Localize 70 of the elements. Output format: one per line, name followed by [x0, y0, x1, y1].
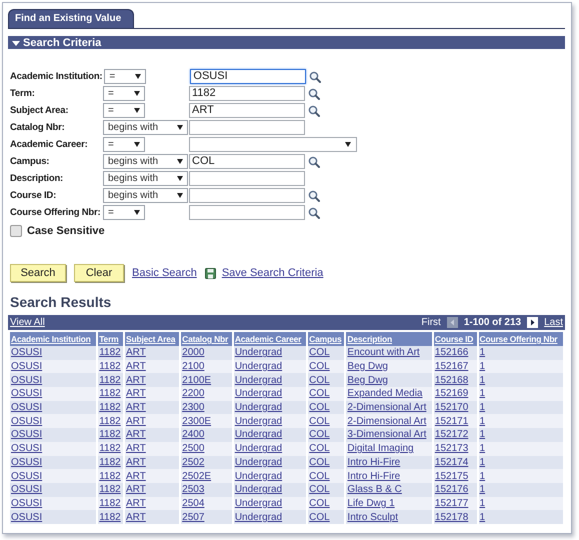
result-link[interactable]: 1 [480, 484, 486, 496]
field-label: Catalog Nbr: [10, 122, 66, 133]
result-link[interactable]: 1 [480, 498, 486, 509]
search-icon[interactable] [309, 70, 322, 82]
column-header[interactable]: Course ID [434, 332, 477, 346]
value-field[interactable] [189, 205, 305, 220]
column-header[interactable]: Subject Area [125, 332, 180, 346]
result-link[interactable]: 1 [480, 512, 486, 523]
section-header[interactable]: Search Criteria [8, 36, 565, 49]
first-label: First [421, 317, 441, 328]
field-label: Course Offering Nbr: [10, 207, 102, 218]
value-field[interactable]: COL [189, 154, 305, 169]
result-link[interactable]: 1 [480, 374, 486, 386]
field-label: Campus: [10, 156, 50, 167]
field-label: Description: [10, 173, 64, 184]
column-header[interactable]: Course Offering Nbr [478, 332, 563, 346]
save-search-link[interactable]: Save Search Criteria [222, 267, 324, 279]
result-link[interactable]: 1 [480, 443, 486, 454]
checkbox-label: Case Sensitive [27, 225, 105, 237]
search-icon[interactable] [308, 206, 320, 218]
column-header[interactable]: Term [98, 332, 124, 346]
field-label: Academic Career: [10, 139, 89, 150]
field-label: Academic Institution: [10, 71, 104, 82]
field-label: Term: [10, 88, 36, 99]
page-range: 1-100 of 213 [464, 317, 522, 328]
operator-dropdown[interactable]: = [103, 86, 145, 101]
result-link[interactable]: 1 [480, 402, 486, 414]
action-button[interactable]: Clear [74, 264, 124, 282]
column-header[interactable]: Academic Career [234, 332, 306, 346]
basic-search-link[interactable]: Basic Search [132, 267, 197, 279]
field-label: Subject Area: [10, 105, 70, 116]
column-header[interactable]: Catalog Nbr [181, 332, 232, 346]
operator-dropdown[interactable]: begins with [103, 188, 188, 203]
operator-dropdown[interactable]: = [104, 69, 146, 84]
last-link[interactable]: Last [544, 317, 563, 328]
column-header[interactable]: Campus [308, 332, 344, 346]
result-link[interactable]: 1 [480, 347, 486, 358]
result-link[interactable]: 1 [480, 456, 486, 468]
value-field[interactable] [189, 120, 305, 135]
page-tab[interactable]: Find an Existing Value [8, 9, 134, 28]
next-icon[interactable] [527, 317, 538, 328]
value-field[interactable]: ART [189, 103, 305, 118]
result-link[interactable]: 1 [480, 470, 486, 482]
operator-dropdown[interactable]: = [103, 103, 145, 118]
value-field[interactable] [189, 188, 305, 203]
column-header[interactable]: Academic Institution [10, 332, 96, 346]
search-icon[interactable] [308, 156, 320, 168]
checkbox[interactable] [10, 225, 22, 237]
value-field[interactable] [189, 171, 305, 186]
result-link[interactable]: 1 [480, 361, 486, 372]
operator-dropdown[interactable]: begins with [103, 120, 188, 135]
results-title: Search Results [10, 294, 112, 310]
operator-dropdown[interactable]: begins with [103, 154, 188, 169]
search-icon[interactable] [308, 190, 320, 202]
action-button[interactable]: Search [10, 264, 66, 282]
search-icon[interactable] [308, 104, 320, 116]
search-icon[interactable] [308, 88, 320, 100]
view-all-link[interactable]: View All [10, 317, 45, 328]
field-label: Course ID: [10, 190, 58, 201]
operator-dropdown[interactable]: = [103, 137, 145, 152]
result-link[interactable]: 1 [480, 429, 486, 440]
operator-dropdown[interactable]: = [103, 205, 145, 220]
result-link[interactable]: 1 [480, 388, 486, 400]
operator-dropdown[interactable]: begins with [103, 171, 188, 186]
section-title: Search Criteria [23, 36, 102, 48]
value-field[interactable]: 1182 [189, 86, 305, 101]
result-link[interactable]: 1 [480, 416, 486, 427]
column-header[interactable]: Description [346, 332, 432, 346]
save-icon[interactable] [204, 268, 216, 278]
value-field[interactable]: OSUSI [190, 69, 306, 84]
